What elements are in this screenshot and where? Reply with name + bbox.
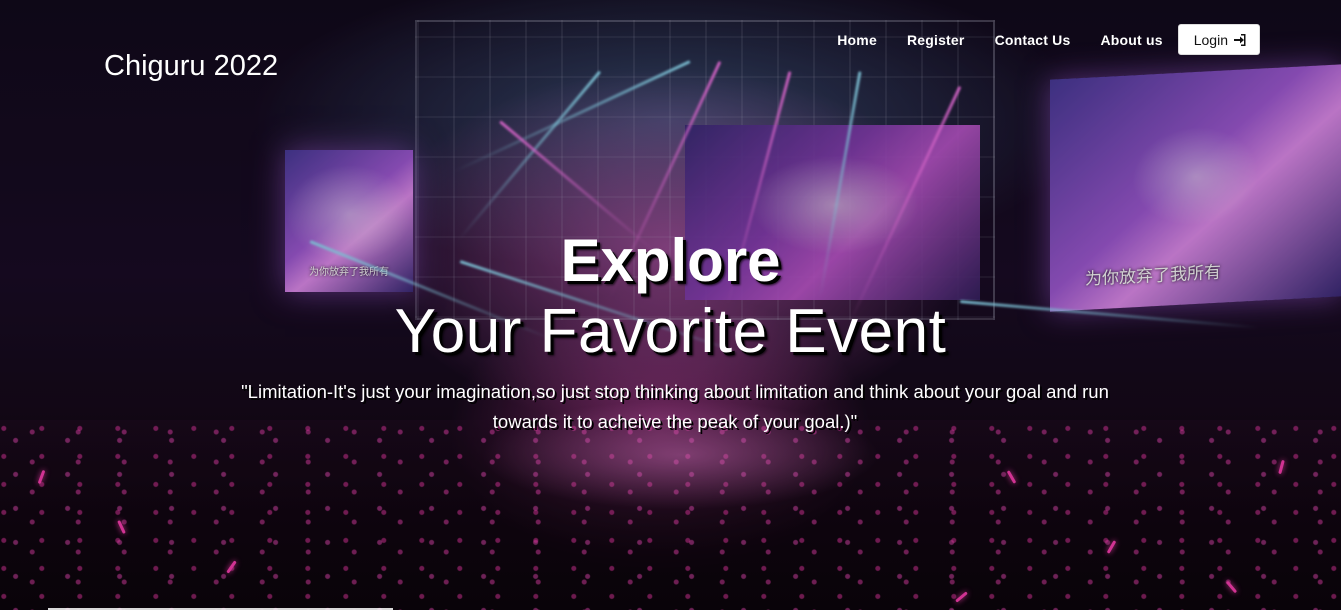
main-nav: Home Register Contact Us About us Login [837, 24, 1260, 55]
hero-quote: "Limitation-It's just your imagination,s… [170, 377, 1180, 437]
quote-line: towards it to acheive the peak of your g… [492, 411, 858, 432]
nav-contact-us[interactable]: Contact Us [995, 32, 1071, 48]
sign-in-icon [1233, 33, 1247, 47]
nav-home[interactable]: Home [837, 32, 877, 48]
nav-about-us[interactable]: About us [1100, 32, 1162, 48]
hero-title-event: Your Favorite Event [394, 297, 947, 366]
login-button[interactable]: Login [1177, 24, 1260, 55]
quote-line: "Limitation-It's just your imagination,s… [241, 381, 1109, 402]
site-brand[interactable]: Chiguru 2022 [104, 50, 278, 83]
login-label: Login [1193, 31, 1228, 48]
hero-title-explore: Explore [560, 227, 781, 294]
nav-register[interactable]: Register [907, 32, 965, 48]
